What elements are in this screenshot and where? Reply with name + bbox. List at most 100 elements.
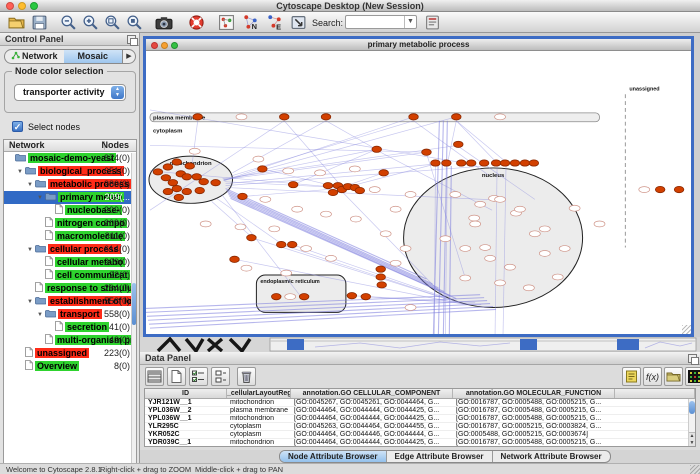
tree-row[interactable]: macromolecule311(0) <box>4 230 136 243</box>
node-highlighted[interactable] <box>347 293 357 299</box>
node-unselected[interactable] <box>495 114 506 120</box>
network-canvas[interactable]: plasma membranecytoplasmmitochondrionnuc… <box>146 51 691 334</box>
node-unselected[interactable] <box>539 226 550 232</box>
node-unselected[interactable] <box>485 255 496 261</box>
tree-row[interactable]: ▼biological_process651(0) <box>4 165 136 178</box>
node-highlighted[interactable] <box>377 282 387 288</box>
node-unselected[interactable] <box>283 168 294 174</box>
node-unselected[interactable] <box>200 221 211 227</box>
node-highlighted[interactable] <box>299 294 309 300</box>
node-highlighted[interactable] <box>193 114 203 120</box>
tab-edge-attribute-browser[interactable]: Edge Attribute Browser <box>387 451 493 462</box>
node-highlighted[interactable] <box>288 181 298 187</box>
zoom-in-button[interactable] <box>80 13 100 32</box>
node-highlighted[interactable] <box>321 114 331 120</box>
node-highlighted[interactable] <box>323 182 333 188</box>
node-unselected[interactable] <box>480 245 491 251</box>
node-unselected[interactable] <box>301 246 312 252</box>
zoom-fit-button[interactable] <box>102 13 122 32</box>
help-button[interactable] <box>186 13 206 32</box>
table-row[interactable]: YLR295Ccytoplasm[GO:0045263, GO:0044464,… <box>145 423 695 431</box>
more-tabs-arrow-icon[interactable]: ▶ <box>122 50 135 63</box>
node-unselected[interactable] <box>235 224 246 230</box>
attribute-columns-button[interactable] <box>211 367 230 386</box>
node-unselected[interactable] <box>469 215 480 221</box>
new-attribute-button[interactable] <box>167 367 186 386</box>
node-highlighted[interactable] <box>238 193 248 199</box>
select-attributes-button[interactable] <box>189 367 208 386</box>
zoom-selected-button[interactable] <box>124 13 144 32</box>
node-unselected[interactable] <box>460 275 471 281</box>
table-row[interactable]: YPL036W__2plasma membrane[GO:0044464, GO… <box>145 407 695 415</box>
tree-scrollbar-thumb[interactable] <box>132 283 136 325</box>
attribute-table-button[interactable] <box>145 367 164 386</box>
export-image-button[interactable] <box>154 13 174 32</box>
tab-mosaic[interactable]: Mosaic <box>64 50 123 63</box>
node-unselected[interactable] <box>450 192 461 198</box>
node-highlighted[interactable] <box>520 160 530 166</box>
node-unselected[interactable] <box>552 274 563 280</box>
node-unselected[interactable] <box>495 280 506 286</box>
node-highlighted[interactable] <box>163 164 173 170</box>
node-unselected[interactable] <box>400 246 411 252</box>
resize-grip[interactable] <box>690 465 700 474</box>
node-highlighted[interactable] <box>163 188 173 194</box>
node-highlighted[interactable] <box>454 141 464 147</box>
vizmapper-button[interactable] <box>288 13 308 32</box>
network-from-selected-nodes-selected-edges-button[interactable]: E <box>264 13 284 32</box>
table-row[interactable]: YKR052Ccytoplasm[GO:0044464, GO:0044446,… <box>145 431 695 439</box>
node-highlighted[interactable] <box>655 186 665 192</box>
node-highlighted[interactable] <box>379 170 389 176</box>
tree-row[interactable]: mosaic-demo-yeast874(0) <box>4 152 136 165</box>
node-unselected[interactable] <box>189 148 200 154</box>
node-highlighted[interactable] <box>211 180 221 186</box>
node-highlighted[interactable] <box>258 166 268 172</box>
float-data-panel-icon[interactable] <box>688 354 697 363</box>
node-unselected[interactable] <box>260 196 271 202</box>
node-highlighted[interactable] <box>185 163 195 169</box>
node-unselected[interactable] <box>475 201 486 207</box>
node-unselected[interactable] <box>569 205 580 211</box>
node-highlighted[interactable] <box>372 146 382 152</box>
node-highlighted[interactable] <box>529 160 539 166</box>
node-highlighted[interactable] <box>452 114 462 120</box>
node-highlighted[interactable] <box>172 159 182 165</box>
node-highlighted[interactable] <box>287 241 297 247</box>
tree-row[interactable]: ▼transport558(0) <box>4 308 136 321</box>
node-unselected[interactable] <box>405 192 416 198</box>
node-highlighted[interactable] <box>355 187 365 193</box>
tree-row[interactable]: secretion41(0) <box>4 321 136 334</box>
table-column-header[interactable]: ID <box>145 389 227 398</box>
tab-network-attribute-browser[interactable]: Network Attribute Browser <box>493 451 610 462</box>
table-column-header[interactable]: _cellularLayoutRegion <box>227 389 291 398</box>
node-unselected[interactable] <box>390 260 401 266</box>
node-unselected[interactable] <box>292 206 303 212</box>
tree-row[interactable]: multi-organism pro42(0) <box>4 334 136 347</box>
table-scrollbar-thumb[interactable] <box>689 401 695 414</box>
node-unselected[interactable] <box>281 270 292 276</box>
node-highlighted[interactable] <box>422 149 432 155</box>
node-unselected[interactable] <box>326 255 337 261</box>
tree-row[interactable]: Overview8(0) <box>4 360 136 373</box>
node-highlighted[interactable] <box>409 114 419 120</box>
node-unselected[interactable] <box>559 246 570 252</box>
node-unselected[interactable] <box>514 206 525 212</box>
node-highlighted[interactable] <box>510 160 520 166</box>
node-unselected[interactable] <box>285 294 296 300</box>
search-options-button[interactable] <box>422 13 442 32</box>
node-highlighted[interactable] <box>153 169 163 175</box>
node-highlighted[interactable] <box>328 189 338 195</box>
node-unselected[interactable] <box>594 221 605 227</box>
new-network-button[interactable] <box>216 13 236 32</box>
node-highlighted[interactable] <box>674 186 684 192</box>
node-highlighted[interactable] <box>161 175 171 181</box>
node-unselected[interactable] <box>380 231 391 237</box>
node-highlighted[interactable] <box>172 185 182 191</box>
node-unselected[interactable] <box>405 305 416 311</box>
node-unselected[interactable] <box>321 211 332 217</box>
tab-network[interactable]: Network <box>5 50 64 63</box>
node-unselected[interactable] <box>529 231 540 237</box>
node-highlighted[interactable] <box>500 160 510 166</box>
table-scrollbar-arrows[interactable]: ▲▼ <box>689 432 695 446</box>
import-attributes-button[interactable] <box>664 367 683 386</box>
